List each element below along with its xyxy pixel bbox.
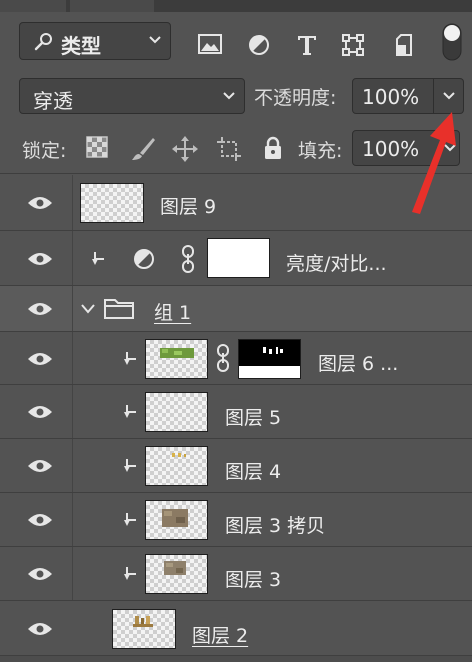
clipping-mask-icon [124, 352, 136, 365]
layer-row[interactable]: 图层 3 [0, 547, 472, 601]
layer-row[interactable]: 亮度/对比... [0, 231, 472, 286]
thumbnail-content [164, 561, 186, 575]
clipping-mask-icon [92, 252, 104, 265]
opacity-value: 100% [362, 85, 420, 109]
blend-options-bar: 穿透 不透明度: 100% [0, 70, 472, 122]
opacity-label: 不透明度: [254, 87, 337, 109]
eye-icon[interactable] [27, 458, 53, 474]
thumbnail-content [160, 348, 194, 358]
group-name[interactable]: 组 1 [154, 298, 191, 325]
clipping-mask-icon [124, 513, 136, 526]
layer-row[interactable]: 图层 2 [0, 601, 472, 656]
image-filter-icon[interactable] [198, 34, 222, 54]
chevron-down-icon [223, 92, 235, 100]
eye-icon[interactable] [27, 404, 53, 420]
blend-mode-value: 穿透 [33, 89, 73, 113]
layer-thumbnail[interactable] [145, 339, 208, 379]
layer-thumbnail[interactable] [145, 392, 208, 432]
visibility-column [0, 493, 73, 546]
panel-tab[interactable] [70, 0, 154, 12]
lock-label: 锁定: [22, 140, 67, 162]
fill-input[interactable]: 100% [352, 130, 460, 166]
visibility-column [0, 286, 73, 331]
folder-icon [104, 299, 134, 319]
filter-toggle-icon[interactable] [442, 23, 462, 61]
layer-row[interactable]: 图层 9 [0, 175, 472, 231]
thumbnail-content [172, 453, 186, 457]
link-icon[interactable] [181, 245, 195, 273]
clipping-mask-icon [124, 405, 136, 418]
opacity-input[interactable]: 100% [352, 78, 434, 114]
layer-name[interactable]: 亮度/对比... [286, 249, 387, 276]
blend-mode-select[interactable]: 穿透 [19, 78, 245, 114]
layer-thumbnail[interactable] [145, 554, 208, 594]
chevron-down-icon [443, 92, 455, 100]
layer-name[interactable]: 图层 9 [160, 192, 216, 219]
clipping-mask-icon [124, 567, 136, 580]
adjustment-layer-icon [134, 249, 154, 269]
shape-filter-icon[interactable] [342, 34, 364, 56]
eye-icon[interactable] [27, 251, 53, 267]
chevron-down-icon [444, 144, 456, 152]
opacity-dropdown-button[interactable] [434, 78, 464, 114]
layer-mask-thumbnail[interactable] [207, 238, 270, 278]
eye-icon[interactable] [27, 566, 53, 582]
lock-artboard-icon[interactable] [216, 136, 242, 162]
search-icon [34, 33, 52, 51]
layer-row[interactable]: 图层 3 拷贝 [0, 493, 472, 547]
visibility-column [0, 547, 73, 600]
layer-name[interactable]: 图层 3 [225, 565, 281, 592]
visibility-column [0, 439, 73, 492]
panel-tab-strip [0, 0, 472, 12]
visibility-column [0, 175, 73, 230]
adjustment-filter-icon[interactable] [248, 34, 270, 56]
layer-row[interactable]: 图层 6 ... [0, 332, 472, 385]
layer-filter-bar: 类型 [0, 12, 472, 70]
fill-label: 填充: [298, 140, 343, 162]
eye-icon[interactable] [27, 351, 53, 367]
eye-icon[interactable] [27, 301, 53, 317]
layer-name[interactable]: 图层 6 ... [318, 349, 398, 376]
filter-kind-select[interactable]: 类型 [19, 22, 171, 60]
visibility-column [0, 231, 73, 285]
layer-name[interactable]: 图层 5 [225, 403, 281, 430]
visibility-column [0, 601, 73, 655]
layer-thumbnail[interactable] [80, 183, 144, 223]
lock-position-icon[interactable] [172, 136, 198, 162]
panel-tab[interactable] [0, 0, 66, 12]
group-row[interactable]: 组 1 [0, 286, 472, 332]
fill-value: 100% [362, 137, 420, 161]
chevron-down-icon [149, 36, 161, 44]
layer-name[interactable]: 图层 2 [192, 621, 248, 648]
panel-bottom-edge [0, 656, 472, 662]
lock-transparent-pixels-icon[interactable] [86, 136, 108, 158]
link-icon[interactable] [216, 344, 230, 372]
layer-row[interactable]: 图层 4 [0, 439, 472, 493]
type-filter-icon[interactable] [296, 34, 318, 56]
layer-thumbnail[interactable] [112, 609, 176, 649]
layer-thumbnail[interactable] [145, 500, 208, 540]
layer-name[interactable]: 图层 3 拷贝 [225, 511, 325, 538]
lock-image-pixels-icon[interactable] [130, 136, 156, 162]
layer-row[interactable]: 图层 5 [0, 385, 472, 439]
layer-thumbnail[interactable] [145, 446, 208, 486]
clipping-mask-icon [124, 459, 136, 472]
layer-name[interactable]: 图层 4 [225, 457, 281, 484]
eye-icon[interactable] [27, 512, 53, 528]
thumbnail-content [133, 616, 153, 627]
thumbnail-content [162, 509, 188, 527]
eye-icon[interactable] [27, 621, 53, 637]
lock-all-icon[interactable] [262, 136, 284, 160]
visibility-column [0, 385, 73, 438]
visibility-column [0, 332, 73, 384]
eye-icon[interactable] [27, 195, 53, 211]
filter-kind-label: 类型 [61, 34, 101, 58]
smart-object-filter-icon[interactable] [394, 34, 414, 56]
chevron-down-icon[interactable] [80, 303, 96, 315]
layer-mask-thumbnail[interactable] [238, 339, 301, 379]
lock-options-bar: 锁定: 填充: 100% [0, 122, 472, 174]
mask-content [239, 347, 300, 378]
